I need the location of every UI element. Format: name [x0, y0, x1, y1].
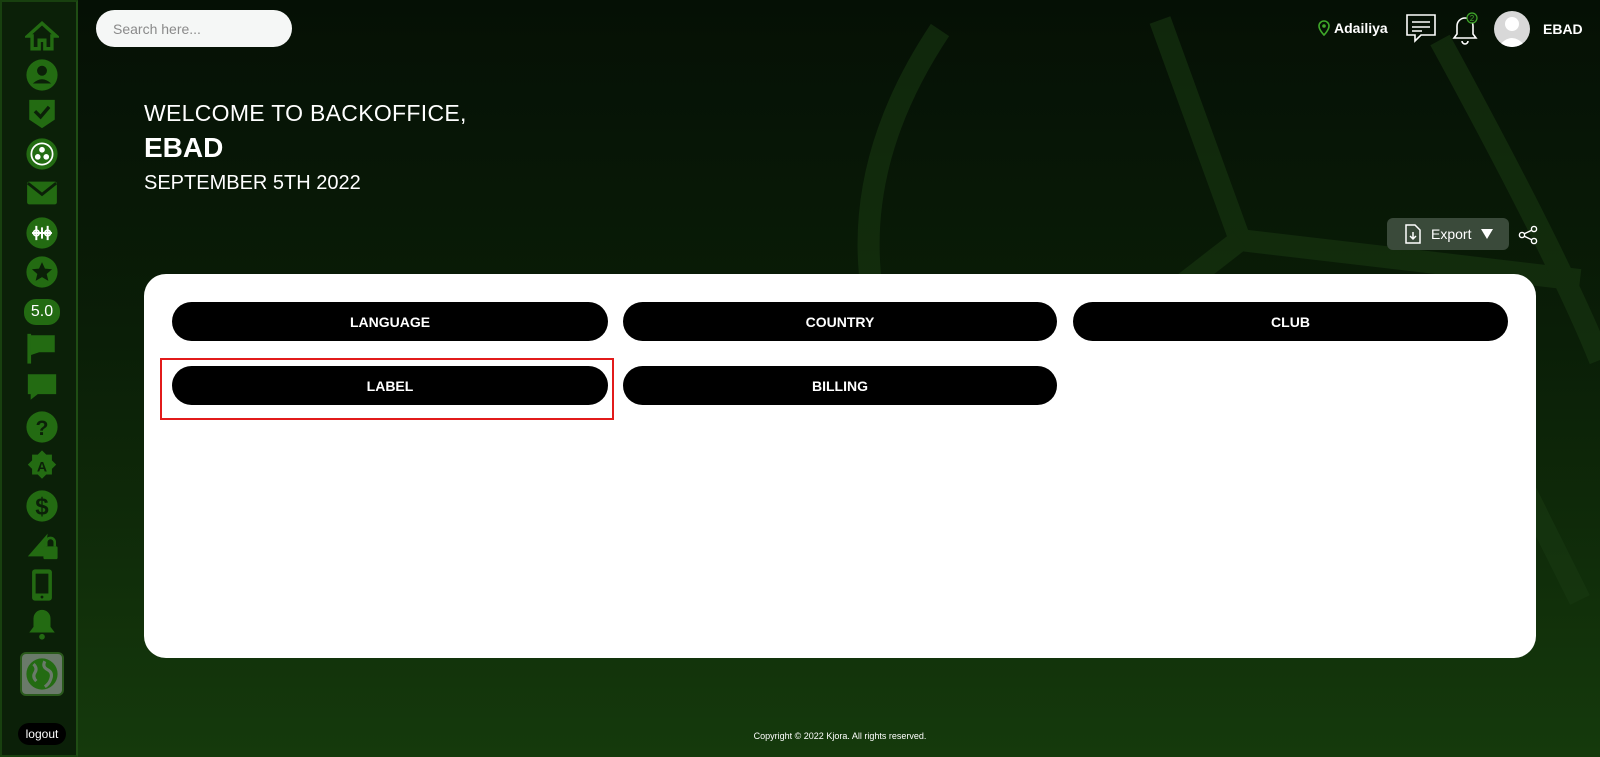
lock-icon[interactable]	[22, 527, 62, 563]
settings-card: LANGUAGE COUNTRY CLUB LABEL BILLING	[144, 274, 1536, 658]
copyright-text: Copyright © 2022 Kjora. All rights reser…	[753, 731, 927, 741]
welcome-name: EBAD	[144, 132, 224, 163]
home-icon[interactable]	[22, 18, 62, 54]
location-pin-icon	[1318, 20, 1330, 36]
version-badge: 5.0	[24, 299, 60, 325]
notification-bell-icon[interactable]: 2	[1450, 12, 1480, 46]
welcome-block: WELCOME TO BACKOFFICE, EBAD SEPTEMBER 5T…	[144, 100, 467, 195]
country-button[interactable]: COUNTRY	[623, 302, 1057, 341]
location-label: Adailiya	[1334, 20, 1388, 36]
welcome-date: SEPTEMBER 5TH 2022	[144, 172, 361, 194]
language-button[interactable]: LANGUAGE	[172, 302, 608, 341]
sidebar: 5.0 ? A $ logout	[0, 0, 78, 757]
football-icon[interactable]	[22, 136, 62, 172]
svg-text:A: A	[37, 460, 47, 476]
user-icon[interactable]	[22, 57, 62, 93]
export-button[interactable]: Export	[1387, 218, 1509, 250]
mail-icon[interactable]	[22, 175, 62, 211]
label-button[interactable]: LABEL	[172, 366, 608, 405]
welcome-title: WELCOME TO BACKOFFICE,	[144, 100, 467, 126]
caret-down-icon	[1481, 229, 1494, 239]
globe-icon[interactable]	[20, 652, 64, 696]
star-icon[interactable]	[22, 254, 62, 290]
file-download-icon	[1405, 224, 1421, 244]
svg-text:$: $	[35, 494, 49, 521]
club-button[interactable]: CLUB	[1073, 302, 1508, 341]
location[interactable]: Adailiya	[1318, 20, 1388, 36]
avatar[interactable]	[1494, 11, 1530, 47]
svg-text:?: ?	[36, 416, 49, 440]
flag-icon[interactable]	[22, 330, 62, 366]
user-avatar-icon	[1498, 17, 1526, 47]
mobile-icon[interactable]	[22, 567, 62, 603]
check-shield-icon[interactable]	[22, 96, 62, 132]
messages-icon[interactable]	[1405, 12, 1437, 44]
export-label: Export	[1431, 226, 1472, 242]
notification-count: 2	[1470, 14, 1475, 23]
chat-icon[interactable]	[22, 369, 62, 405]
search-input[interactable]	[96, 10, 292, 47]
username[interactable]: EBAD	[1543, 21, 1583, 37]
badge-a-icon[interactable]: A	[22, 448, 62, 484]
table-football-icon[interactable]	[22, 215, 62, 251]
bell-icon[interactable]	[22, 606, 62, 642]
help-icon[interactable]: ?	[22, 409, 62, 445]
billing-button[interactable]: BILLING	[623, 366, 1057, 405]
share-icon[interactable]	[1518, 225, 1538, 245]
dollar-icon[interactable]: $	[22, 488, 62, 524]
